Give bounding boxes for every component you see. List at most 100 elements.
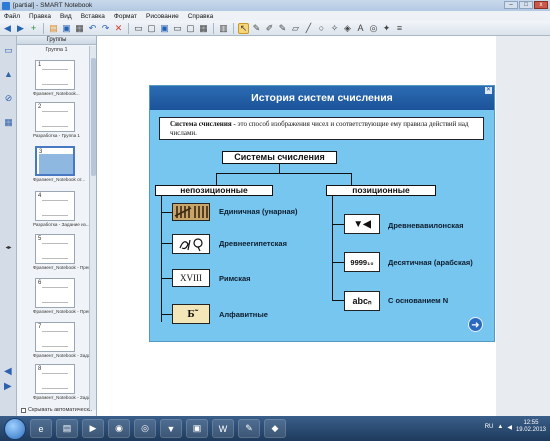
text-icon[interactable]: A bbox=[355, 23, 366, 34]
menu-view[interactable]: Вид bbox=[60, 13, 72, 20]
sorter-scrollbar[interactable] bbox=[89, 46, 96, 410]
menu-edit[interactable]: Правка bbox=[29, 13, 51, 20]
explorer-icon[interactable]: ▤ bbox=[56, 419, 78, 438]
volume-icon[interactable]: ◀ bbox=[507, 424, 512, 431]
egyptian-label: Древнеегипетская bbox=[219, 239, 287, 248]
slide[interactable]: История систем счисления ✕ Система счисл… bbox=[149, 85, 495, 342]
screen-shade-icon[interactable]: ▭ bbox=[133, 23, 144, 34]
save-icon[interactable]: ▣ bbox=[61, 23, 72, 34]
checkbox-icon[interactable] bbox=[21, 407, 26, 413]
document-camera-icon[interactable]: ▥ bbox=[218, 23, 229, 34]
fullscreen-icon[interactable]: ▢ bbox=[146, 23, 157, 34]
forward-icon[interactable]: ▶ bbox=[15, 23, 26, 34]
root-node: Системы счисления bbox=[222, 151, 337, 164]
smart-notebook-task-icon[interactable]: ▣ bbox=[186, 419, 208, 438]
paint-icon[interactable]: ✎ bbox=[238, 419, 260, 438]
connector-line bbox=[332, 300, 344, 301]
back-icon[interactable]: ◀ bbox=[2, 23, 13, 34]
magic-pen-icon[interactable]: ✧ bbox=[329, 23, 340, 34]
word-icon[interactable]: W bbox=[212, 419, 234, 438]
delete-icon[interactable]: ✕ bbox=[113, 23, 124, 34]
page-thumbnail[interactable]: 6 bbox=[35, 278, 75, 308]
properties-tab-icon[interactable]: ▦ bbox=[3, 116, 14, 128]
capture-icon[interactable]: ▢ bbox=[185, 23, 196, 34]
decimal-icon: 9999₁₀ bbox=[344, 252, 380, 272]
creative-pen-icon[interactable]: ✐ bbox=[264, 23, 275, 34]
page-sorter-tab-icon[interactable]: ▭ bbox=[3, 44, 14, 56]
game-icon[interactable]: ▼ bbox=[160, 419, 182, 438]
menu-help[interactable]: Справка bbox=[188, 13, 214, 20]
properties-icon[interactable]: ≡ bbox=[394, 23, 405, 34]
network-icon[interactable]: ◎ bbox=[134, 419, 156, 438]
next-arrow-icon[interactable]: ➜ bbox=[468, 317, 483, 332]
app-icon[interactable]: ◆ bbox=[264, 419, 286, 438]
window-title: [partial] - SMART Notebook bbox=[13, 2, 93, 9]
line-icon[interactable]: ╱ bbox=[303, 23, 314, 34]
page-thumbnail[interactable]: 4 bbox=[35, 191, 75, 221]
connector-line bbox=[332, 196, 333, 300]
auto-hide-checkbox[interactable]: Скрывать автоматически bbox=[21, 407, 92, 413]
redo-icon[interactable]: ↷ bbox=[100, 23, 111, 34]
menu-draw[interactable]: Рисование bbox=[146, 13, 179, 20]
monitor-icon[interactable]: ▣ bbox=[159, 23, 170, 34]
attachments-tab-icon[interactable]: ⊘ bbox=[3, 92, 14, 104]
decimal-label: Десятичная (арабская) bbox=[388, 258, 473, 267]
ie-icon[interactable]: e bbox=[30, 419, 52, 438]
hieroglyph-icon bbox=[172, 234, 210, 254]
positional-node: позиционные bbox=[326, 185, 436, 196]
chrome-icon[interactable]: ◉ bbox=[108, 419, 130, 438]
connector-line bbox=[161, 314, 172, 315]
prev-page-icon[interactable]: ◀ bbox=[4, 366, 12, 377]
group-label: Группа 1 bbox=[45, 47, 68, 53]
close-button[interactable]: x bbox=[534, 1, 548, 9]
page-number: 6 bbox=[38, 280, 42, 286]
page-thumbnail[interactable]: 8 bbox=[35, 364, 75, 394]
gallery-tab-icon[interactable]: ▲ bbox=[3, 68, 14, 80]
highlighter-icon[interactable]: ✎ bbox=[277, 23, 288, 34]
toolbar-separator bbox=[128, 22, 129, 34]
maximize-button[interactable]: □ bbox=[519, 1, 533, 9]
eraser-icon[interactable]: ▱ bbox=[290, 23, 301, 34]
slide-close-icon[interactable]: ✕ bbox=[485, 87, 492, 94]
collapse-handle-icon[interactable]: ◂▸ bbox=[3, 242, 14, 254]
page-number: 7 bbox=[38, 324, 42, 330]
menu-format[interactable]: Формат bbox=[114, 13, 137, 20]
shapes-icon[interactable]: ○ bbox=[316, 23, 327, 34]
page-thumbnail[interactable]: 5 bbox=[35, 234, 75, 264]
table-icon[interactable]: ▦ bbox=[198, 23, 209, 34]
language-indicator[interactable]: RU bbox=[485, 424, 494, 430]
toolbar: ◀ ▶ + ▤ ▣ ▦ ↶ ↷ ✕ ▭ ▢ ▣ ▭ ▢ ▦ ▥ ↖ ✎ ✐ ✎ … bbox=[0, 21, 550, 36]
menu-insert[interactable]: Вставка bbox=[81, 13, 105, 20]
menu-file[interactable]: Файл bbox=[4, 13, 20, 20]
tray-arrow-icon[interactable]: ▲ bbox=[497, 424, 503, 430]
undo-icon[interactable]: ↶ bbox=[87, 23, 98, 34]
page-caption: Разработка - Группа 1 bbox=[33, 133, 80, 138]
clock[interactable]: 12:55 19.02.2013 bbox=[516, 420, 546, 434]
page-thumbnail[interactable]: 7 bbox=[35, 322, 75, 352]
page-thumbnail[interactable]: 2 bbox=[35, 102, 75, 132]
fill-icon[interactable]: ◈ bbox=[342, 23, 353, 34]
sorter-header[interactable]: Группы bbox=[17, 36, 96, 45]
open-icon[interactable]: ▤ bbox=[48, 23, 59, 34]
pen-icon[interactable]: ✎ bbox=[251, 23, 262, 34]
base-n-icon: abcₙ bbox=[344, 291, 380, 311]
page-thumbnail-selected[interactable]: 3 bbox=[35, 146, 75, 176]
page-number: 8 bbox=[38, 366, 42, 372]
next-page-icon[interactable]: ▶ bbox=[4, 381, 12, 392]
menu-bar: Файл Правка Вид Вставка Формат Рисование… bbox=[0, 11, 550, 21]
add-page-icon[interactable]: + bbox=[28, 23, 39, 34]
page-caption: Фрагмент_Notebook - Прев... bbox=[33, 265, 95, 270]
select-tool-icon[interactable]: ↖ bbox=[238, 22, 249, 34]
media-player-icon[interactable]: ▶ bbox=[82, 419, 104, 438]
page-caption: Фрагмент_Notebook - Прев... bbox=[33, 309, 95, 314]
shape-recognition-icon[interactable]: ◎ bbox=[368, 23, 379, 34]
paste-icon[interactable]: ▦ bbox=[74, 23, 85, 34]
display-icon[interactable]: ▭ bbox=[172, 23, 183, 34]
clock-time: 12:55 bbox=[523, 420, 539, 426]
scrollbar-thumb[interactable] bbox=[91, 58, 96, 176]
minimize-button[interactable]: – bbox=[504, 1, 518, 9]
more-tools-icon[interactable]: ✦ bbox=[381, 23, 392, 34]
page-thumbnail[interactable]: 1 bbox=[35, 60, 75, 90]
connector-line bbox=[161, 212, 172, 213]
start-button[interactable] bbox=[4, 417, 26, 440]
